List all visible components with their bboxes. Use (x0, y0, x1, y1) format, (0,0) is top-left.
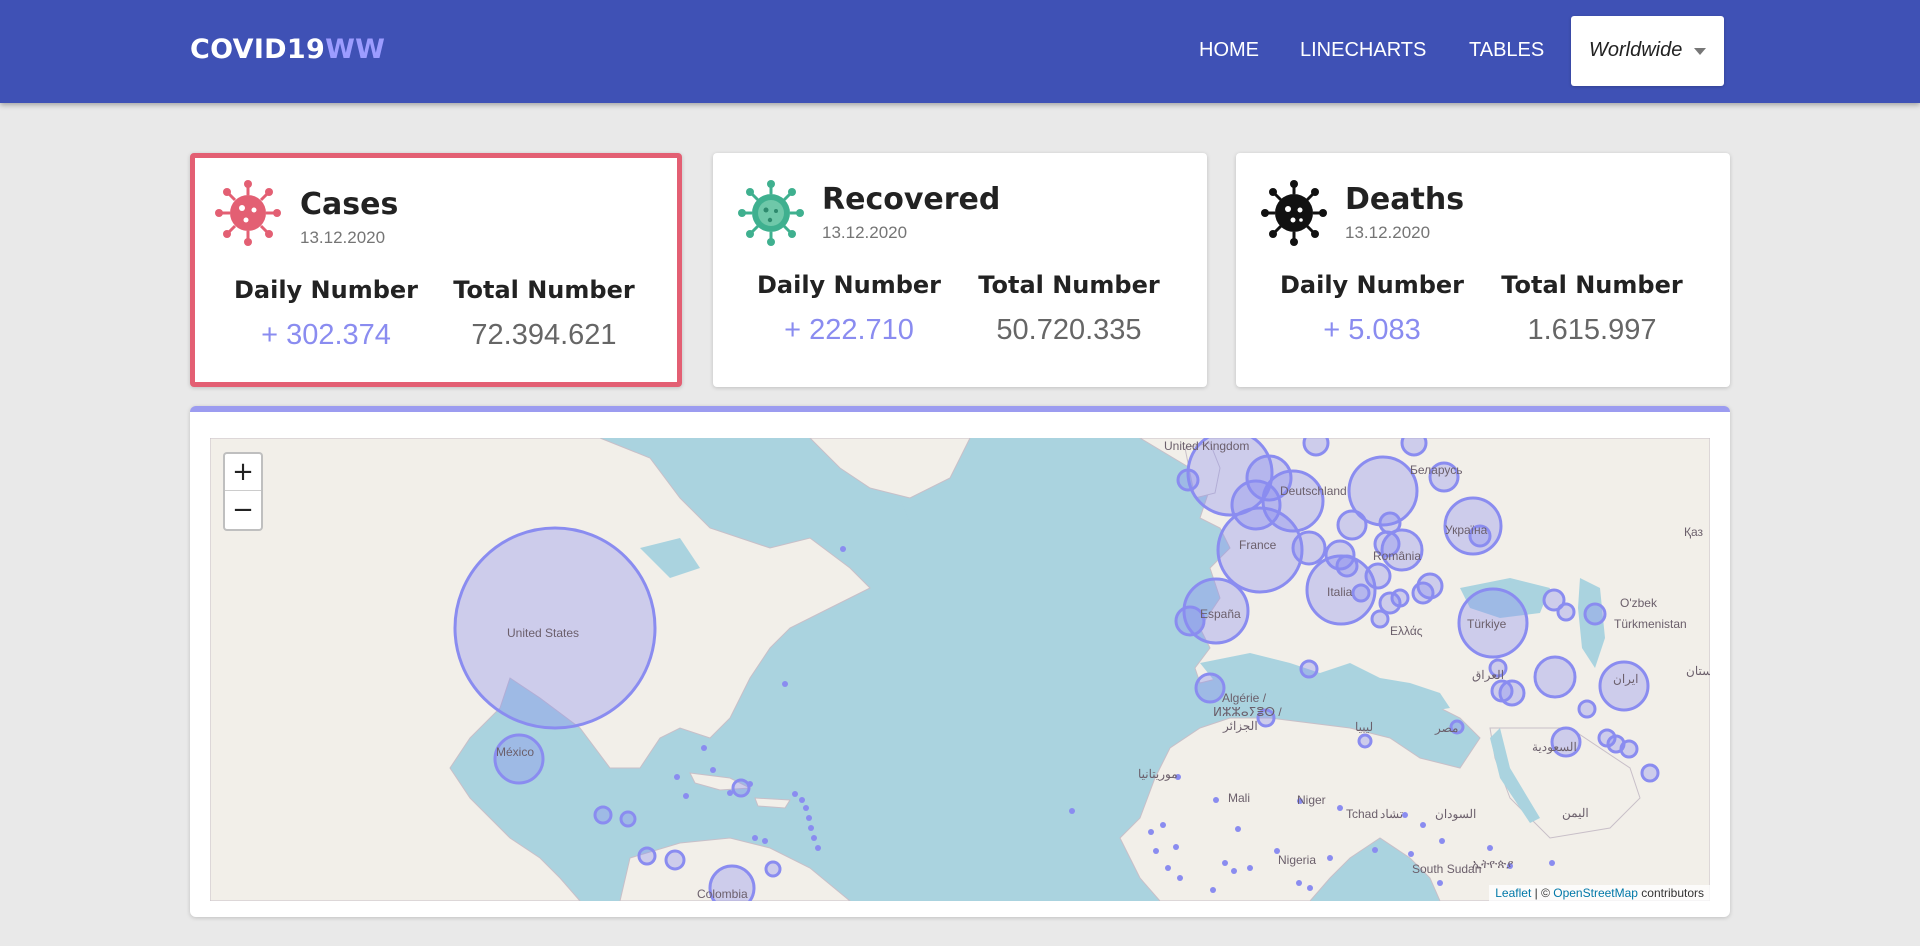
deaths-total-value: 1.615.997 (1527, 314, 1657, 346)
cases-daily-label: Daily Number (233, 276, 419, 304)
recovered-daily-value: + 222.710 (784, 314, 914, 346)
cases-total-value: 72.394.621 (471, 319, 617, 351)
map-label-tchad: Tchad (1346, 807, 1378, 821)
map-label-saudi: السعودية (1532, 740, 1577, 754)
map-label-algeria3: الجزائر (1222, 719, 1258, 733)
map-label-tchad-ar: تشاد (1380, 807, 1403, 821)
brand-main: COVID19 (190, 34, 326, 65)
map-attribution: Leaflet | © OpenStreetMap contributors (1489, 885, 1710, 901)
nav-tables-link[interactable]: TABLES (1469, 39, 1544, 62)
map-label-ukraine: Україна (1445, 523, 1488, 537)
map-label-iraq: العراق (1472, 668, 1504, 682)
nav-linecharts-link[interactable]: LINECHARTS (1300, 39, 1426, 62)
virus-icon (738, 180, 804, 246)
brand-logo[interactable]: COVID19WW (190, 34, 385, 65)
virus-icon (215, 180, 281, 246)
virus-icon (1261, 180, 1327, 246)
deaths-daily-label: Daily Number (1279, 271, 1465, 299)
recovered-total-value: 50.720.335 (996, 314, 1142, 346)
chevron-down-icon (1694, 48, 1706, 55)
map-label-algeria: Algérie / (1222, 691, 1267, 705)
map-label-belarus: Беларусь (1410, 463, 1462, 477)
map-label-mali: Mali (1228, 791, 1250, 805)
map-label-colombia: Colombia (697, 887, 748, 901)
map-label-us: United States (507, 626, 579, 640)
attribution-separator: | © (1531, 886, 1554, 900)
map-label-ethiopia: ኢትዮጵያ (1472, 857, 1513, 871)
map-label-sudan: السودان (1435, 807, 1476, 821)
zoom-in-button[interactable]: + (225, 454, 261, 491)
recovered-total-label: Total Number (978, 271, 1160, 299)
top-navbar: COVID19WW HOME LINECHARTS TABLES Worldwi… (0, 0, 1920, 103)
cases-daily-value: + 302.374 (261, 319, 391, 351)
world-map[interactable]: United States México United Kingdom Fran… (210, 438, 1710, 901)
recovered-date: 13.12.2020 (822, 223, 908, 242)
map-label-uk: United Kingdom (1164, 439, 1249, 453)
recovered-title: Recovered (822, 182, 1001, 217)
zoom-out-button[interactable]: − (225, 492, 261, 529)
region-select[interactable]: Worldwide (1571, 16, 1724, 86)
map-label-kazakh: Қаз (1684, 525, 1704, 539)
map-tiles: United States México United Kingdom Fran… (210, 438, 1710, 901)
map-label-mexico: México (496, 745, 534, 759)
map-label-uzbek: O'zbek (1620, 596, 1658, 610)
map-label-romania: România (1373, 549, 1421, 563)
zoom-control: + − (223, 452, 263, 531)
deaths-total-label: Total Number (1501, 271, 1683, 299)
map-label-france: France (1239, 538, 1277, 552)
nav-home-link[interactable]: HOME (1199, 39, 1259, 62)
deaths-title: Deaths (1345, 182, 1465, 217)
map-label-germany: Deutschland (1280, 484, 1347, 498)
cases-date: 13.12.2020 (300, 228, 386, 247)
map-label-afghan: افغانستان (1686, 664, 1710, 678)
deaths-date: 13.12.2020 (1345, 223, 1431, 242)
map-label-yemen: اليمن (1562, 806, 1589, 820)
recovered-daily-label: Daily Number (756, 271, 942, 299)
cases-card[interactable]: Cases 13.12.2020 Daily Number Total Numb… (190, 153, 682, 387)
map-label-hellas: Ελλάς (1390, 624, 1423, 638)
map-label-iran: ایران (1613, 672, 1638, 686)
map-label-libya: ليبيا (1355, 720, 1373, 734)
map-label-turkmenistan: Türkmenistan (1614, 617, 1687, 631)
map-label-south-sudan: South Sudan (1412, 862, 1481, 876)
map-label-niger: Niger (1297, 793, 1326, 807)
map-label-turkiye: Türkiye (1467, 617, 1507, 631)
map-label-mauritania: موريتانيا (1138, 767, 1178, 781)
deaths-card[interactable]: Deaths 13.12.2020 Daily Number Total Num… (1236, 153, 1730, 387)
leaflet-link[interactable]: Leaflet (1495, 886, 1531, 900)
osm-link[interactable]: OpenStreetMap (1553, 886, 1638, 900)
recovered-card[interactable]: Recovered 13.12.2020 Daily Number Total … (713, 153, 1207, 387)
attribution-suffix: contributors (1637, 886, 1704, 900)
region-select-value: Worldwide (1589, 39, 1683, 61)
map-label-espana: España (1200, 607, 1241, 621)
deaths-daily-value: + 5.083 (1323, 314, 1421, 346)
cases-title: Cases (300, 187, 399, 222)
cases-total-label: Total Number (453, 276, 635, 304)
map-card: United States México United Kingdom Fran… (190, 406, 1730, 917)
map-label-egypt: مصر (1434, 721, 1458, 735)
brand-accent: WW (325, 34, 386, 65)
map-label-nigeria: Nigeria (1278, 853, 1316, 867)
map-label-italia: Italia (1327, 585, 1353, 599)
map-label-algeria2: ⵍⵣⵣⴰⵢⴻⵔ / (1213, 705, 1282, 719)
